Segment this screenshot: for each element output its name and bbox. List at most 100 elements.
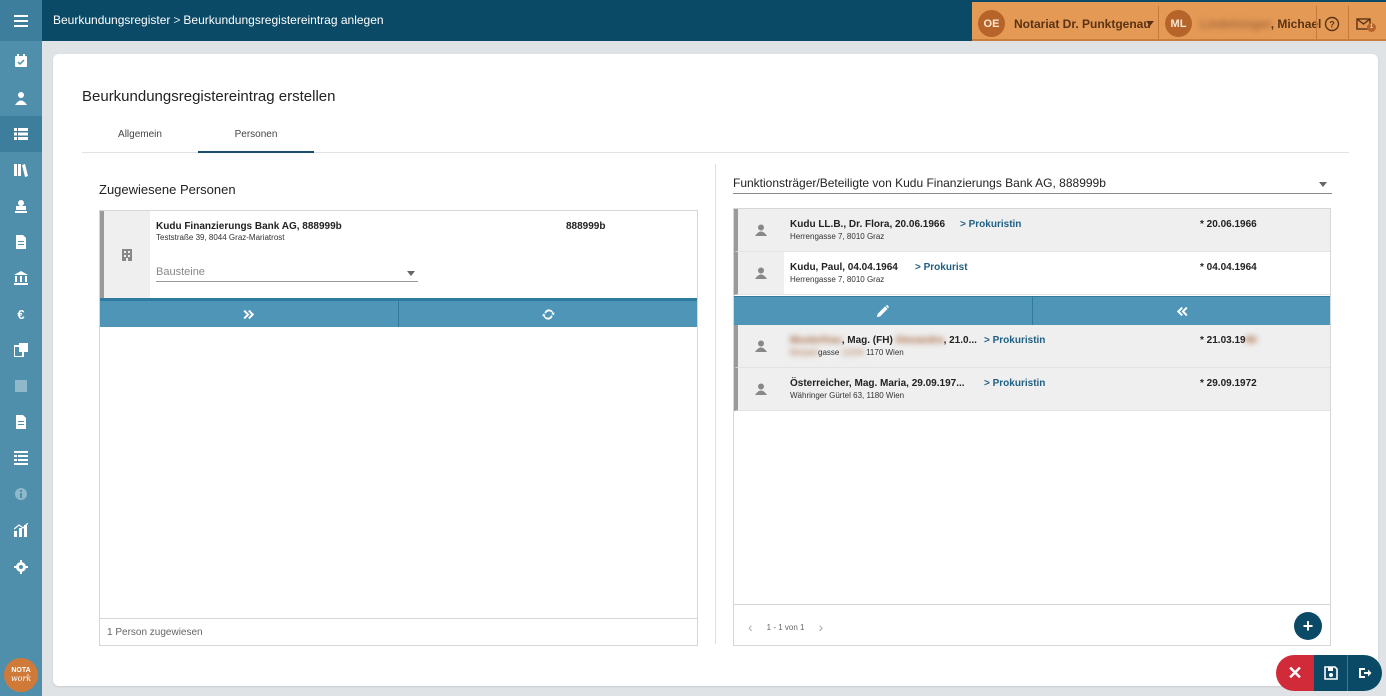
person-icon: [738, 252, 784, 294]
person-birthdate: * 20.06.1966: [1200, 219, 1257, 230]
svg-text:?: ?: [1329, 20, 1335, 30]
assigned-persons-panel: Kudu Finanzierungs Bank AG, 888999b Test…: [99, 210, 698, 646]
bausteine-placeholder: Bausteine: [156, 266, 205, 278]
main-card: Beurkundungsregistereintrag erstellen Al…: [53, 54, 1378, 686]
info-icon[interactable]: [0, 476, 42, 512]
person-birthdate: * 04.04.1964: [1200, 262, 1257, 273]
cancel-button[interactable]: ✕: [1276, 655, 1314, 691]
panel-divider: [715, 164, 716, 644]
mail-icon[interactable]: 1: [1356, 16, 1376, 32]
list-item[interactable]: Kudu, Paul, 04.04.1964 > Prokurist Herre…: [734, 252, 1330, 295]
breadcrumb-current: Beurkundungsregistereintrag anlegen: [183, 13, 384, 27]
user-name[interactable]: Lindelsinger, Michael: [1200, 17, 1321, 31]
person-birthdate: * 29.09.1972: [1200, 378, 1257, 389]
exit-icon: [1359, 668, 1372, 678]
person-icon: [738, 325, 784, 367]
breadcrumb-separator: >: [173, 13, 181, 27]
assigned-persons-title: Zugewiesene Personen: [99, 182, 236, 197]
file-icon[interactable]: [0, 404, 42, 440]
tab-allgemein[interactable]: Allgemein: [82, 124, 198, 153]
right-action-bar: [734, 296, 1330, 325]
menu-icon[interactable]: [0, 0, 42, 41]
office-dropdown-caret[interactable]: [1146, 21, 1154, 26]
assigned-person-name: Kudu Finanzierungs Bank AG, 888999b: [156, 221, 342, 232]
person-address: Herrengasse 7, 8010 Graz: [790, 232, 885, 241]
copy-icon[interactable]: [0, 332, 42, 368]
user-avatar[interactable]: ML: [1165, 10, 1192, 37]
person-name: Österreicher, Mag. Maria, 29.09.197...: [790, 378, 965, 389]
person-address: Beispielgasse 12/3/4 1170 Wien: [790, 348, 904, 357]
refresh-button[interactable]: [398, 301, 697, 327]
assigned-person-id: 888999b: [566, 221, 606, 232]
sidebar: € NOTA work: [0, 0, 42, 696]
building-icon: [104, 211, 150, 298]
person-address: Herrengasse 7, 8010 Graz: [790, 275, 885, 284]
person-icon: [738, 368, 784, 410]
list-icon[interactable]: [0, 116, 42, 152]
topbar: Beurkundungsregister > Beurkundungsregis…: [42, 0, 1386, 41]
double-chevron-left-icon: [1176, 306, 1188, 316]
tab-personen[interactable]: Personen: [198, 124, 314, 153]
add-person-button[interactable]: +: [1294, 612, 1322, 640]
person-function: > Prokuristin: [984, 378, 1046, 389]
left-action-bar: [100, 298, 697, 327]
assigned-person-address: Teststraße 39, 8044 Graz-Mariatrost: [156, 233, 285, 242]
save-and-exit-button[interactable]: [1348, 655, 1382, 691]
user-box: OE Notariat Dr. Punktgenau ML Lindelsing…: [972, 2, 1386, 41]
stamp-icon[interactable]: [0, 188, 42, 224]
save-button[interactable]: [1314, 655, 1348, 691]
person-name: Kudu, Paul, 04.04.1964: [790, 262, 898, 273]
function-holders-select[interactable]: Funktionsträger/Beteiligte von Kudu Fina…: [733, 176, 1332, 194]
person-function: > Prokuristin: [984, 335, 1046, 346]
move-right-button[interactable]: [100, 301, 398, 327]
square-icon[interactable]: [0, 368, 42, 404]
office-avatar[interactable]: OE: [978, 10, 1005, 37]
function-holders-panel: Kudu LL.B., Dr. Flora, 20.06.1966 > Prok…: [733, 208, 1331, 646]
office-name[interactable]: Notariat Dr. Punktgenau: [1014, 17, 1151, 31]
page-title: Beurkundungsregistereintrag erstellen: [82, 88, 336, 105]
person-address: Währinger Gürtel 63, 1180 Wien: [790, 391, 905, 400]
refresh-icon: [541, 308, 555, 320]
chevron-right-icon[interactable]: ›: [818, 619, 823, 635]
tab-bar: Allgemein Personen: [82, 124, 1349, 153]
move-left-button[interactable]: [1031, 297, 1331, 325]
chart-icon[interactable]: [0, 512, 42, 548]
help-icon[interactable]: ?: [1324, 16, 1340, 32]
chevron-left-icon[interactable]: ‹: [748, 619, 753, 635]
user-name-visible: , Michael: [1270, 17, 1322, 31]
user-name-blurred: Lindelsinger: [1200, 17, 1271, 31]
pagination-label: 1 - 1 von 1: [766, 622, 805, 632]
person-function: > Prokurist: [915, 262, 968, 273]
close-icon: ✕: [1287, 662, 1303, 683]
list-item[interactable]: Österreicher, Mag. Maria, 29.09.197... >…: [734, 368, 1330, 411]
function-holders-select-value: Funktionsträger/Beteiligte von Kudu Fina…: [733, 176, 1106, 190]
person-name: Musterfrau, Mag. (FH) Alexandra, 21.0...: [790, 335, 977, 346]
calendar-icon[interactable]: [0, 43, 42, 79]
plus-icon: +: [1302, 615, 1314, 636]
ledger-icon[interactable]: [0, 440, 42, 476]
mail-badge: 1: [1367, 23, 1376, 32]
double-chevron-right-icon: [242, 309, 254, 319]
breadcrumb-root[interactable]: Beurkundungsregister: [53, 13, 170, 27]
books-icon[interactable]: [0, 152, 42, 188]
bank-icon[interactable]: [0, 260, 42, 296]
document-icon[interactable]: [0, 224, 42, 260]
assigned-person-card[interactable]: Kudu Finanzierungs Bank AG, 888999b Test…: [100, 211, 697, 298]
form-actions: ✕: [1276, 655, 1382, 691]
breadcrumb: Beurkundungsregister > Beurkundungsregis…: [53, 13, 384, 27]
gear-icon[interactable]: [0, 549, 42, 585]
list-item[interactable]: Musterfrau, Mag. (FH) Alexandra, 21.0...…: [734, 325, 1330, 368]
edit-button[interactable]: [734, 297, 1032, 325]
pagination: ‹ 1 - 1 von 1 ›: [748, 619, 823, 635]
list-item[interactable]: Kudu LL.B., Dr. Flora, 20.06.1966 > Prok…: [734, 209, 1330, 252]
person-icon: [738, 209, 784, 251]
person-icon[interactable]: [0, 80, 42, 116]
assigned-count: 1 Person zugewiesen: [100, 618, 697, 645]
function-holders-caret-icon: [1319, 182, 1327, 187]
notawork-logo: NOTA work: [4, 658, 38, 692]
bausteine-select[interactable]: Bausteine: [156, 265, 418, 282]
person-name: Kudu LL.B., Dr. Flora, 20.06.1966: [790, 219, 946, 230]
bausteine-caret-icon: [407, 271, 415, 276]
euro-icon[interactable]: €: [0, 296, 42, 332]
function-holders-footer: ‹ 1 - 1 von 1 › +: [734, 604, 1330, 645]
